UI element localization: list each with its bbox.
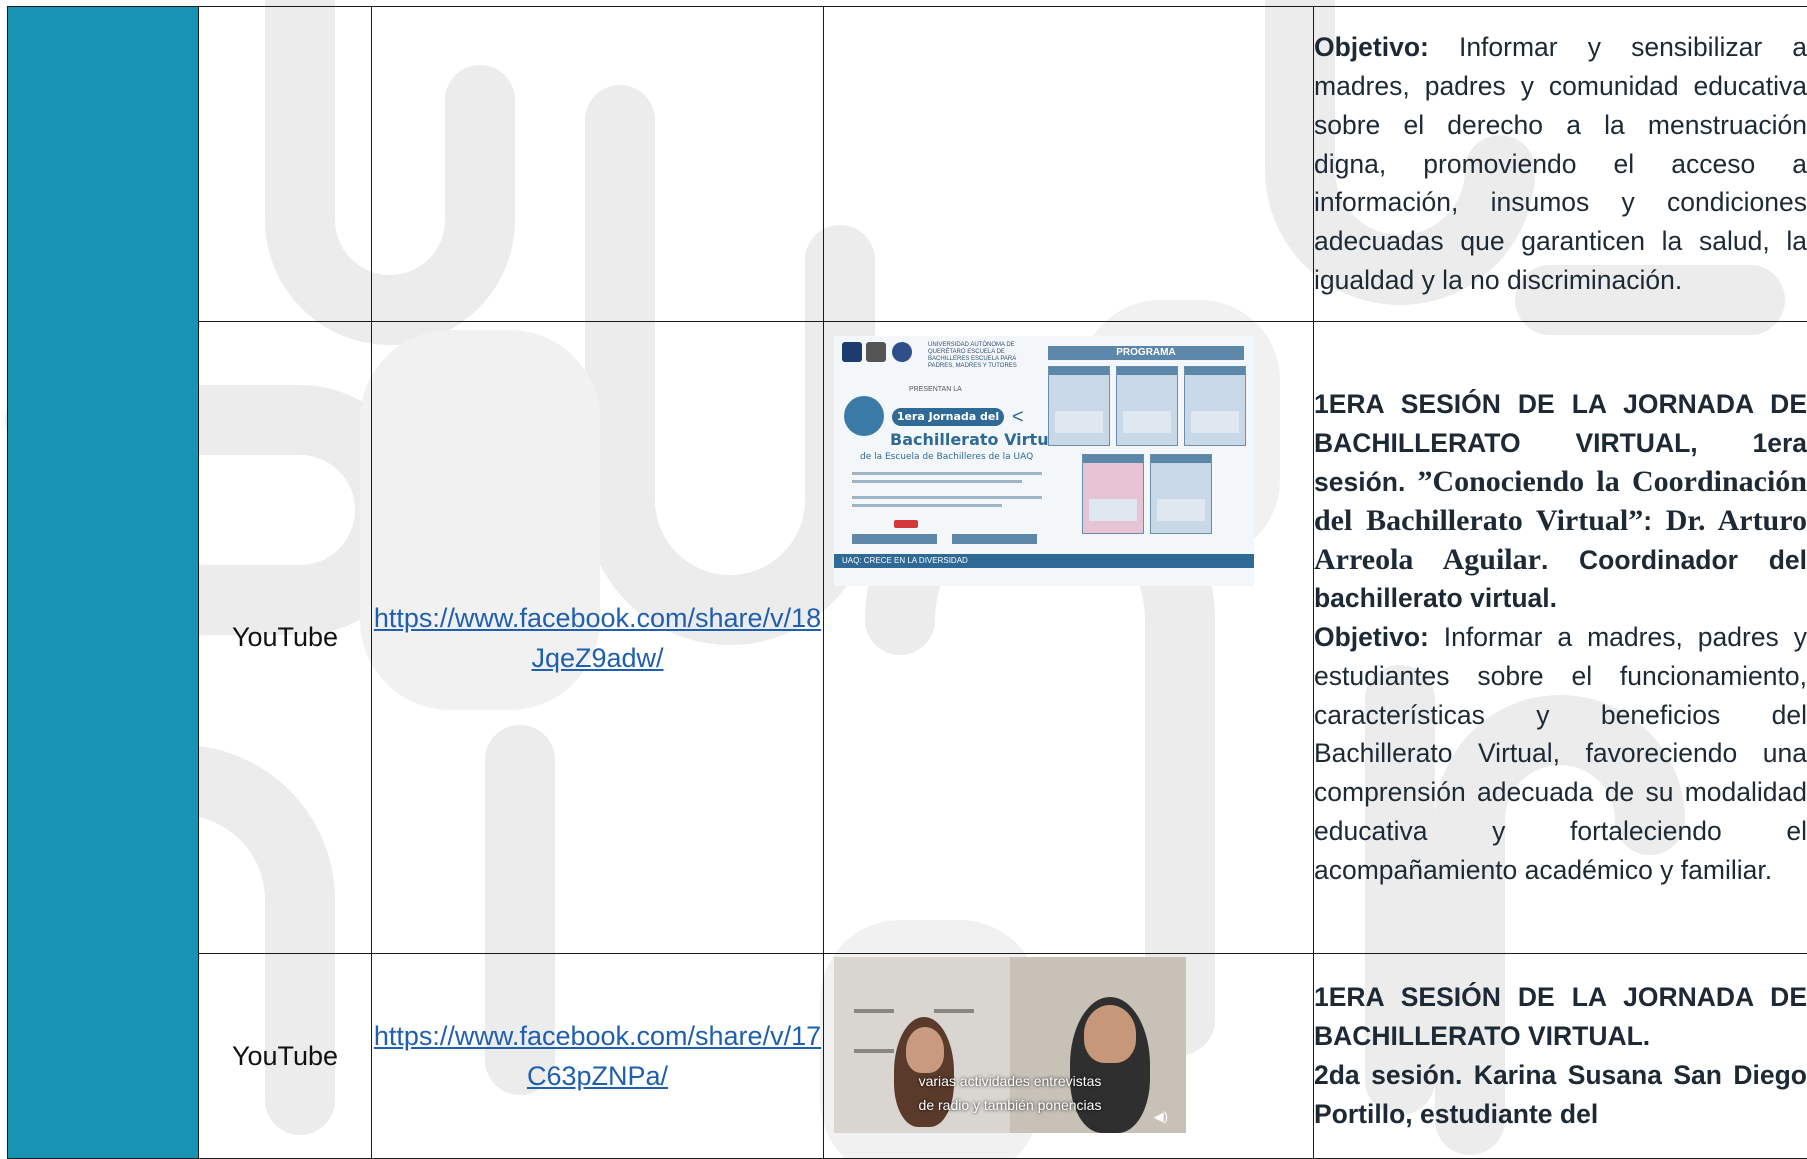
description-cell: Objetivo: Informar y sensibilizar a madr…: [1313, 6, 1807, 322]
session-tile: [1150, 454, 1212, 534]
video-screenshot: varias actividades entrevistas de radio …: [834, 957, 1186, 1133]
link-cell: https://www.facebook.com/share/v/18JqeZ9…: [371, 321, 824, 954]
poster-text-line: [852, 480, 1022, 483]
share-icon: <: [1012, 406, 1024, 428]
description-cell: 1ERA SESIÓN DE LA JORNADA DE BACHILLERAT…: [1313, 321, 1807, 954]
poster-footer-text: UAQ: CRECE EN LA DIVERSIDAD: [842, 556, 968, 565]
link-cell: https://www.facebook.com/share/v/17C63pZ…: [371, 953, 824, 1159]
image-cell: UNIVERSIDAD AUTÓNOMA DE QUERÉTARO ESCUEL…: [823, 321, 1314, 954]
link-cell: [371, 6, 824, 322]
crest-logo: [866, 342, 886, 362]
facebook-video-link[interactable]: https://www.facebook.com/share/v/17C63pZ…: [374, 1021, 821, 1091]
poster-escuela: de la Escuela de Bachilleres de la UAQ: [860, 452, 1034, 462]
uaq-logo: [842, 342, 862, 362]
school-logo: [892, 342, 912, 362]
objective-text: Informar a madres, padres y estudiantes …: [1314, 622, 1807, 885]
platform-cell: YouTube: [198, 321, 372, 954]
poster-text-line: [852, 504, 1002, 507]
category-side-bar: [7, 6, 199, 1159]
table-row: YouTube https://www.facebook.com/share/v…: [8, 953, 1807, 1159]
poster-text-line: [852, 496, 1042, 499]
objective-text: Informar y sensibilizar a madres, padres…: [1314, 32, 1807, 295]
poster-bachillerato: Bachillerato Virtual: [890, 430, 1065, 449]
platform-cell: YouTube: [198, 953, 372, 1159]
session-tile: [1116, 366, 1178, 446]
speaker-volume-icon: ◀): [1153, 1109, 1168, 1124]
youtube-badge-icon: [894, 520, 918, 528]
facebook-video-link[interactable]: https://www.facebook.com/share/v/18JqeZ9…: [374, 603, 821, 673]
platform-label: YouTube: [231, 1040, 339, 1071]
poster-programa: PROGRAMA: [1048, 346, 1244, 360]
session-title: 1ERA SESIÓN DE LA JORNADA DE BACHILLERAT…: [1314, 982, 1807, 1052]
description-cell: 1ERA SESIÓN DE LA JORNADA DE BACHILLERAT…: [1313, 953, 1807, 1159]
session-tile: [1082, 454, 1144, 534]
event-poster-image: UNIVERSIDAD AUTÓNOMA DE QUERÉTARO ESCUEL…: [834, 336, 1254, 586]
poster-jornada: 1era Jornada del: [892, 408, 1004, 426]
poster-text-line: [852, 472, 1042, 475]
graduation-globe-icon: [844, 396, 884, 436]
content-table: Objetivo: Informar y sensibilizar a madr…: [7, 6, 1807, 1159]
image-cell: varias actividades entrevistas de radio …: [823, 953, 1314, 1159]
video-caption: varias actividades entrevistas: [918, 1073, 1102, 1089]
platform-label: YouTube: [231, 622, 339, 652]
session-tile: [1184, 366, 1246, 446]
poster-presents: PRESENTAN LA: [909, 386, 962, 393]
poster-date-box: [952, 534, 1037, 544]
objective-label: Objetivo:: [1314, 32, 1459, 63]
poster-footer-bar: UAQ: CRECE EN LA DIVERSIDAD: [834, 554, 1254, 568]
table-row: Objetivo: Informar y sensibilizar a madr…: [7, 6, 1807, 1159]
platform-cell: [198, 6, 372, 322]
video-caption: de radio y también ponencias: [918, 1097, 1102, 1113]
image-cell: [823, 6, 1314, 322]
poster-university-text: UNIVERSIDAD AUTÓNOMA DE QUERÉTARO ESCUEL…: [928, 342, 1017, 369]
poster-date-box: [852, 534, 937, 544]
session-detail: 2da sesión. Karina Susana San Diego Port…: [1314, 1060, 1807, 1129]
session-tile: [1048, 366, 1110, 446]
objective-label: Objetivo:: [1314, 622, 1444, 653]
table-row: YouTube https://www.facebook.com/share/v…: [8, 321, 1807, 954]
